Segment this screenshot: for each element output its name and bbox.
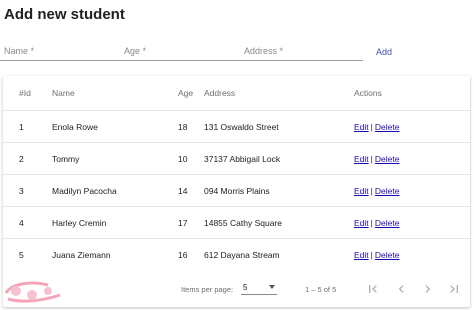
cell-age: 17 (178, 218, 188, 228)
cell-address: 14855 Cathy Square (204, 218, 282, 228)
items-per-page-label: Items per page: (181, 285, 234, 294)
table-row: 5 Juana Ziemann 16 612 Dayana Stream Edi… (3, 238, 470, 271)
table-row: 4 Harley Cremin 17 14855 Cathy Square Ed… (3, 206, 470, 239)
cell-actions: Edit | Delete (354, 239, 399, 271)
edit-link[interactable]: Edit (354, 154, 369, 164)
cell-address: 094 Morris Plains (204, 186, 270, 196)
address-placeholder: Address * (244, 46, 284, 56)
table-row: 3 Madilyn Pacocha 14 094 Morris Plains E… (3, 174, 470, 207)
cell-name: Enola Rowe (52, 122, 98, 132)
cell-id: 2 (19, 154, 24, 164)
students-table-card: #Id Name Age Address Actions 1 Enola Row… (3, 76, 470, 307)
name-field[interactable]: Name * (4, 46, 34, 60)
form-underline (0, 60, 363, 61)
cell-actions: Edit | Delete (354, 207, 399, 239)
cell-address: 37137 Abbigail Lock (204, 154, 281, 164)
delete-link[interactable]: Delete (375, 218, 400, 228)
chevron-down-icon (269, 285, 275, 289)
table-row: 1 Enola Rowe 18 131 Oswaldo Street Edit |… (3, 110, 470, 143)
cell-age: 18 (178, 122, 188, 132)
page-range-label: 1 – 5 of 5 (305, 285, 337, 294)
cell-age: 16 (178, 250, 188, 260)
add-student-form: Name * Age * Address * (0, 46, 474, 66)
first-page-icon[interactable] (365, 281, 381, 297)
address-field[interactable]: Address * (244, 46, 283, 60)
cell-name: Tommy (52, 154, 80, 164)
cell-name: Juana Ziemann (52, 250, 111, 260)
edit-link[interactable]: Edit (354, 250, 369, 260)
cell-id: 5 (19, 250, 24, 260)
name-placeholder: Name * (4, 46, 35, 56)
delete-link[interactable]: Delete (375, 186, 400, 196)
header-age: Age (178, 88, 194, 98)
add-button[interactable]: Add (376, 47, 392, 57)
cell-address: 131 Oswaldo Street (204, 122, 279, 132)
cell-actions: Edit | Delete (354, 111, 399, 143)
watermark-logo (2, 279, 82, 305)
edit-link[interactable]: Edit (354, 186, 369, 196)
cell-address: 612 Dayana Stream (204, 250, 280, 260)
header-id: #Id (19, 88, 31, 98)
page-size-select[interactable]: 5 (241, 280, 277, 295)
delete-link[interactable]: Delete (375, 122, 400, 132)
cell-actions: Edit | Delete (354, 175, 399, 207)
delete-link[interactable]: Delete (375, 250, 400, 260)
header-actions: Actions (354, 88, 382, 98)
edit-link[interactable]: Edit (354, 122, 369, 132)
header-name: Name (52, 88, 75, 98)
cell-id: 3 (19, 186, 24, 196)
chevron-left-icon[interactable] (393, 281, 409, 297)
cell-id: 1 (19, 122, 24, 132)
delete-link[interactable]: Delete (375, 154, 400, 164)
cell-name: Madilyn Pacocha (52, 186, 117, 196)
age-field[interactable]: Age * (124, 46, 146, 60)
cell-age: 10 (178, 154, 188, 164)
page-size-value: 5 (243, 283, 248, 292)
cell-actions: Edit | Delete (354, 143, 399, 175)
cell-age: 14 (178, 186, 188, 196)
header-address: Address (204, 88, 236, 98)
edit-link[interactable]: Edit (354, 218, 369, 228)
chevron-right-icon[interactable] (420, 281, 436, 297)
page-title: Add new student (4, 6, 125, 23)
table-header-row: #Id Name Age Address Actions (3, 83, 470, 103)
table-row: 2 Tommy 10 37137 Abbigail Lock Edit | Dele… (3, 142, 470, 175)
age-placeholder: Age * (124, 46, 147, 56)
cell-id: 4 (19, 218, 24, 228)
cell-name: Harley Cremin (52, 218, 107, 228)
last-page-icon[interactable] (446, 281, 462, 297)
